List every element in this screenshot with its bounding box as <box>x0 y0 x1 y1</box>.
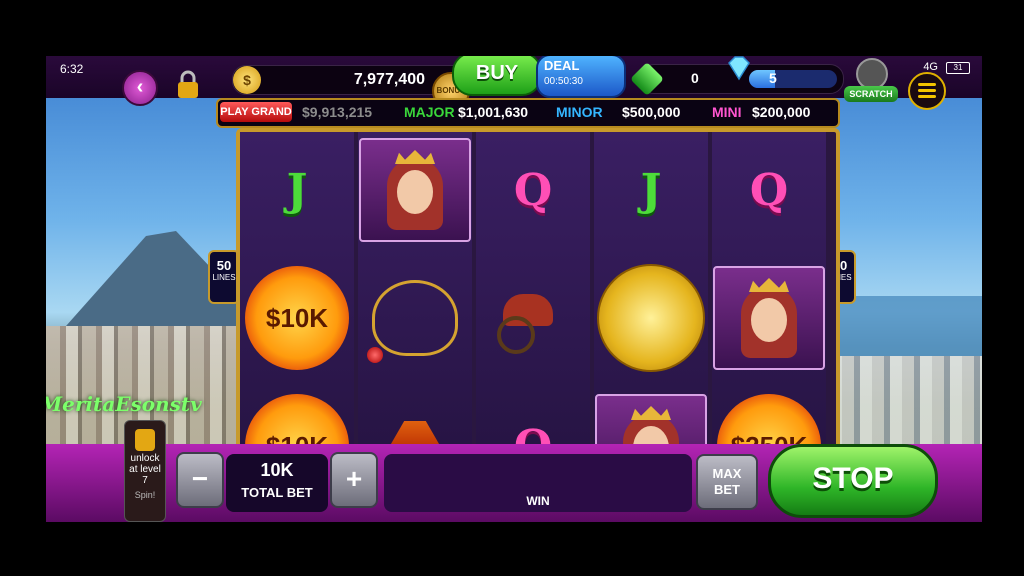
status-time: 6:32 <box>60 62 84 76</box>
symbol-q-icon: Q <box>749 164 789 216</box>
jackpot-minor-value: $500,000 <box>622 104 681 120</box>
diamond-count: 5 <box>769 70 777 86</box>
jackpot-mini-label: MINI <box>712 104 742 120</box>
symbol-j-icon: J <box>640 164 662 216</box>
max-bet-button[interactable]: MAX BET <box>696 454 758 510</box>
scratch-label: SCRATCH <box>844 86 898 102</box>
reel-cell <box>712 266 826 370</box>
increase-bet-button[interactable]: + <box>330 452 378 508</box>
coin-value: 7,977,400 <box>353 71 425 88</box>
jackpot-major-value: $1,001,630 <box>458 104 529 120</box>
coin-icon: $ <box>233 66 261 94</box>
symbol-necklace-icon <box>367 280 458 363</box>
reel-cell: J <box>594 138 708 242</box>
watermark-text: MeritaEsonstv <box>46 392 202 416</box>
reel-cell: Q <box>712 138 826 242</box>
unlock-panel: unlock at level 7 Spin! <box>124 420 166 522</box>
unlock-text: unlock at level 7 <box>129 453 161 486</box>
menu-button[interactable] <box>908 72 946 110</box>
gem-count: 0 <box>691 70 699 86</box>
diamond-progress-bar <box>749 70 837 88</box>
stop-button[interactable]: STOP <box>768 444 938 518</box>
unlock-lock-icon <box>135 429 155 451</box>
gem-balance: 0 5 <box>630 56 844 96</box>
win-label: WIN <box>526 494 550 508</box>
deal-label: DEAL <box>544 58 580 73</box>
reel-cell <box>476 266 590 370</box>
bet-label: TOTAL BET <box>241 485 313 500</box>
lock-icon <box>178 70 198 98</box>
play-grand-button[interactable]: PLAY GRAND <box>220 102 292 122</box>
symbol-fireball-icon: $10K <box>245 266 349 370</box>
reel-cell <box>594 264 708 372</box>
jackpot-grand-value: $9,913,215 <box>302 104 373 120</box>
symbol-q-icon: Q <box>513 164 553 216</box>
menu-icon-line <box>918 89 936 92</box>
symbol-queen-portrait-icon <box>359 138 471 242</box>
symbol-queen-portrait-icon <box>713 266 825 370</box>
reel-cell: J <box>240 138 354 242</box>
decrease-bet-button[interactable]: − <box>176 452 224 508</box>
jackpot-mini-value: $200,000 <box>752 104 811 120</box>
jackpot-minor-label: MINOR <box>556 104 603 120</box>
menu-icon-line <box>918 95 936 98</box>
scratch-button[interactable]: SCRATCH <box>844 58 898 106</box>
reel-cell <box>358 138 472 242</box>
deal-timer: 00:50:30 <box>544 76 583 87</box>
max-bet-line2: BET <box>714 482 740 497</box>
win-display: WIN <box>384 454 692 512</box>
symbol-gold-coin-icon <box>597 264 705 372</box>
game-screen: 6:32 4G 31 ‹ $ 7,977,400 BONUS BUY DEAL … <box>46 56 982 522</box>
total-bet-display: 10K TOTAL BET <box>226 454 328 512</box>
reel-cell: $10K <box>240 266 354 370</box>
lines-count: 50 <box>216 258 232 273</box>
bet-value: 10K <box>260 460 294 480</box>
buy-button[interactable]: BUY <box>452 56 542 96</box>
diamond-icon <box>728 56 750 81</box>
jackpot-major-label: MAJOR <box>404 104 455 120</box>
symbol-chariot-icon <box>493 288 573 354</box>
deal-button[interactable]: DEAL 00:50:30 <box>536 56 626 98</box>
unlock-sub: Spin! <box>134 490 156 500</box>
symbol-j-icon: J <box>286 164 308 216</box>
jackpot-bar: PLAY GRAND $9,913,215 MAJOR $1,001,630 M… <box>216 98 840 128</box>
menu-icon-line <box>918 83 936 86</box>
max-bet-line1: MAX <box>712 466 742 481</box>
battery-icon: 31 <box>946 62 970 74</box>
reel-cell <box>358 266 472 370</box>
reel-cell: Q <box>476 138 590 242</box>
back-button[interactable]: ‹ <box>122 70 158 106</box>
lines-label: LINES <box>212 273 236 282</box>
